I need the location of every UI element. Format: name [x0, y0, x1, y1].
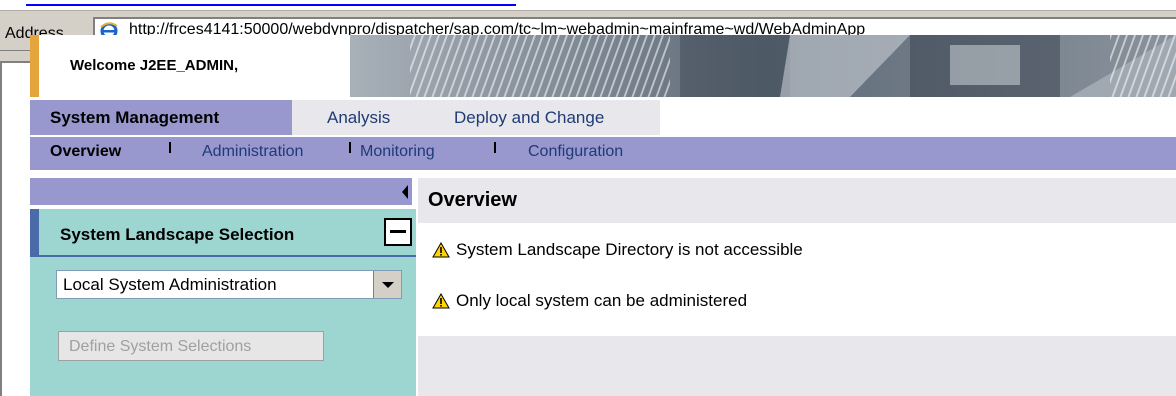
- dropdown-arrow-button[interactable]: [373, 271, 401, 298]
- subnav-separator: [494, 142, 496, 153]
- define-system-selections-button[interactable]: Define System Selections: [58, 331, 324, 361]
- content-bottom-area: [418, 336, 1176, 396]
- cutoff-link[interactable]: [26, 0, 516, 6]
- warning-icon: [432, 292, 450, 309]
- selected-system-value: Local System Administration: [63, 275, 277, 294]
- system-landscape-panel: System Landscape Selection Local System …: [30, 209, 416, 396]
- panel-divider: [30, 255, 416, 257]
- navigation-collapse-bar[interactable]: [30, 178, 412, 205]
- panel-title: System Landscape Selection: [60, 225, 295, 244]
- content-header: Overview: [418, 178, 1176, 223]
- header-banner-image: [350, 35, 1176, 97]
- message-text: System Landscape Directory is not access…: [456, 240, 803, 259]
- message-text: Only local system can be administered: [456, 291, 748, 310]
- dropdown-arrow-icon: [382, 282, 394, 288]
- welcome-text: Welcome J2EE_ADMIN,: [70, 57, 239, 74]
- portal-header: Welcome J2EE_ADMIN,: [30, 35, 1176, 97]
- tab-analysis[interactable]: Analysis: [292, 100, 429, 135]
- subtab-overview[interactable]: Overview: [50, 143, 121, 161]
- collapse-arrow-icon[interactable]: [402, 185, 408, 199]
- header-accent: [30, 35, 39, 97]
- subtab-monitoring[interactable]: Monitoring: [360, 143, 435, 161]
- tab-deploy-and-change[interactable]: Deploy and Change: [429, 100, 660, 135]
- top-level-navigation: System Management Analysis Deploy and Ch…: [30, 100, 1176, 135]
- overview-content: Overview System Landscape Directory is n…: [418, 178, 1176, 396]
- minimize-button[interactable]: [384, 218, 412, 246]
- panel-accent: [30, 209, 39, 255]
- subnav-separator: [349, 142, 351, 153]
- subtab-administration[interactable]: Administration: [202, 143, 303, 161]
- minimize-icon: [390, 230, 406, 233]
- warning-icon: [432, 241, 450, 258]
- subtab-configuration[interactable]: Configuration: [528, 143, 623, 161]
- tab-system-management[interactable]: System Management: [30, 100, 292, 135]
- message-local-only: Only local system can be administered: [432, 291, 747, 311]
- top-cutoff-strip: [0, 0, 1176, 11]
- system-selection-dropdown[interactable]: Local System Administration: [56, 270, 402, 299]
- message-slcd-not-accessible: System Landscape Directory is not access…: [432, 240, 803, 260]
- sub-navigation: Overview Administration Monitoring Confi…: [30, 137, 1176, 170]
- page-title: Overview: [428, 189, 517, 211]
- subnav-separator: [169, 142, 171, 153]
